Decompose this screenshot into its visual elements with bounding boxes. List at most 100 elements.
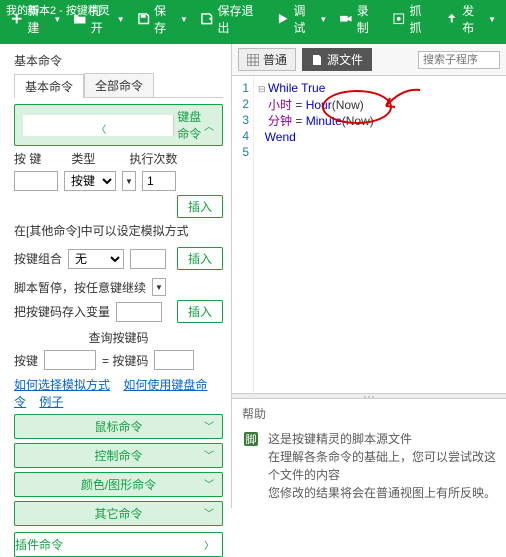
- bar-other[interactable]: 其它命令 ﹀: [14, 501, 223, 526]
- insert-button-2[interactable]: 插入: [177, 247, 223, 270]
- bar-color[interactable]: 颜色/图形命令 ﹀: [14, 472, 223, 497]
- combo-select[interactable]: 无: [68, 249, 124, 269]
- chevron-right-icon: 〉: [204, 537, 214, 552]
- bar-control[interactable]: 控制命令﹀: [14, 443, 223, 468]
- code-token: (Now): [332, 98, 364, 112]
- link-example[interactable]: 例子: [39, 395, 63, 409]
- combo-input[interactable]: [130, 249, 166, 269]
- tab-source[interactable]: 源文件: [302, 48, 372, 71]
- save-label: 保存: [154, 2, 177, 36]
- caret-icon: ▼: [117, 15, 125, 24]
- key-input[interactable]: [14, 171, 58, 191]
- left-panel: 基本命令 基本命令 全部命令 〈 键盘命令 ︿ 按 键 类型 执行次数 按键 ▼…: [0, 44, 232, 508]
- tab-normal-label: 普通: [263, 51, 287, 68]
- help-line1: 这是按键精灵的脚本源文件: [268, 430, 496, 448]
- dropdown-icon[interactable]: ▼: [122, 171, 136, 191]
- query-label: 查询按键码: [88, 329, 148, 346]
- chevron-left-icon: 〈: [23, 115, 174, 136]
- type-select[interactable]: 按键: [64, 171, 116, 191]
- bar-mouse[interactable]: 鼠标命令 ﹀: [14, 414, 223, 439]
- help-panel: 帮助 脚 这是按键精灵的脚本源文件 在理解各条命令的基础上，您可以尝试改这个文件…: [232, 399, 506, 508]
- record-label: 录制: [357, 2, 380, 36]
- group-keyboard-label: 键盘命令: [174, 108, 204, 142]
- debug-label: 调试: [293, 2, 316, 36]
- chevron-down-icon: ﹀: [204, 476, 214, 491]
- bar-mouse-label: 鼠标命令: [94, 420, 142, 434]
- pause-label: 脚本暂停，按任意键继续: [14, 279, 146, 296]
- code-token: 小时: [268, 98, 292, 112]
- link-sim[interactable]: 如何选择模拟方式: [14, 378, 110, 392]
- capture-label: 抓抓: [409, 2, 432, 36]
- type-label: 类型: [71, 150, 95, 167]
- help-line2: 在理解各条命令的基础上，您可以尝试改这个文件的内容: [268, 448, 496, 484]
- dropdown-icon[interactable]: ▼: [152, 278, 166, 296]
- bar-plugin[interactable]: 插件命令〉: [14, 532, 223, 557]
- query-key-label: 按键: [14, 352, 38, 369]
- caret-icon: ▼: [488, 15, 496, 24]
- doc-icon: [311, 54, 323, 66]
- code-token: While: [268, 81, 298, 95]
- code-token: True: [298, 81, 325, 95]
- save-exit-button[interactable]: 保存退出: [194, 0, 270, 44]
- code-token: 分钟: [268, 114, 292, 128]
- section-title: 基本命令: [14, 52, 223, 69]
- code-token: (Now): [342, 114, 374, 128]
- code-editor[interactable]: 1 2 3 4 5 ⊟ While True 小时 = Hour(Now) 分钟…: [232, 76, 506, 393]
- line-no: 3: [232, 112, 249, 128]
- editor-tabs: 普通 源文件: [232, 44, 506, 76]
- save-exit-icon: [200, 12, 214, 26]
- help-title: 帮助: [242, 405, 496, 422]
- upload-icon: [445, 12, 458, 26]
- note-sim: 在[其他命令]中可以设定模拟方式: [14, 222, 223, 239]
- play-icon: [276, 12, 289, 26]
- bar-color-label: 颜色/图形命令: [81, 478, 156, 492]
- info-icon: 脚: [242, 430, 260, 448]
- search-subroutine[interactable]: [418, 51, 500, 69]
- line-no: 5: [232, 144, 249, 160]
- bar-other-label: 其它命令: [94, 507, 142, 521]
- help-line3: 您修改的结果将会在普通视图上有所反映。: [268, 484, 496, 502]
- line-gutter: 1 2 3 4 5: [232, 76, 254, 393]
- code-body[interactable]: ⊟ While True 小时 = Hour(Now) 分钟 = Minute(…: [254, 76, 376, 393]
- bar-control-label: 控制命令: [94, 449, 142, 463]
- code-token: =: [292, 114, 306, 128]
- equals-label: = 按键码: [102, 352, 148, 369]
- combo-label: 按键组合: [14, 250, 62, 267]
- tab-basic[interactable]: 基本命令: [14, 74, 84, 98]
- grid-icon: [247, 54, 259, 66]
- debug-button[interactable]: 调试▼: [270, 0, 333, 44]
- code-token: Hour: [306, 98, 332, 112]
- svg-text:脚: 脚: [246, 432, 257, 446]
- save-button[interactable]: 保存▼: [131, 0, 194, 44]
- code-token: =: [292, 98, 306, 112]
- insert-button-3[interactable]: 插入: [177, 300, 223, 323]
- line-no: 2: [232, 96, 249, 112]
- tab-all[interactable]: 全部命令: [84, 73, 154, 97]
- insert-button-1[interactable]: 插入: [177, 195, 223, 218]
- command-tabs: 基本命令 全部命令: [14, 73, 223, 98]
- count-input[interactable]: [142, 171, 176, 191]
- window-title: 我的脚本2 - 按键精灵: [0, 0, 116, 20]
- record-icon: [339, 12, 353, 26]
- keycode-output[interactable]: [154, 350, 194, 370]
- key-label: 按 键: [14, 150, 41, 167]
- tab-normal[interactable]: 普通: [238, 48, 296, 71]
- publish-button[interactable]: 发布▼: [439, 0, 502, 44]
- publish-label: 发布: [462, 2, 485, 36]
- chevron-down-icon: ﹀: [204, 418, 214, 433]
- save-exit-label: 保存退出: [217, 2, 263, 36]
- store-input[interactable]: [116, 302, 162, 322]
- line-no: 1: [232, 80, 249, 96]
- capture-button[interactable]: 抓抓: [386, 0, 439, 44]
- save-icon: [137, 12, 150, 26]
- right-panel: 普通 源文件 1 2 3 4 5 ⊟ While True 小时 = Hour(…: [232, 44, 506, 508]
- store-label: 把按键码存入变量: [14, 303, 110, 320]
- code-token: Wend: [265, 130, 296, 144]
- tab-source-label: 源文件: [327, 51, 363, 68]
- record-button[interactable]: 录制: [333, 0, 386, 44]
- group-keyboard[interactable]: 〈 键盘命令 ︿: [14, 104, 223, 146]
- line-no: 4: [232, 128, 249, 144]
- query-key-input[interactable]: [44, 350, 96, 370]
- code-token: Minute: [306, 114, 342, 128]
- chevron-down-icon: ﹀: [204, 505, 214, 520]
